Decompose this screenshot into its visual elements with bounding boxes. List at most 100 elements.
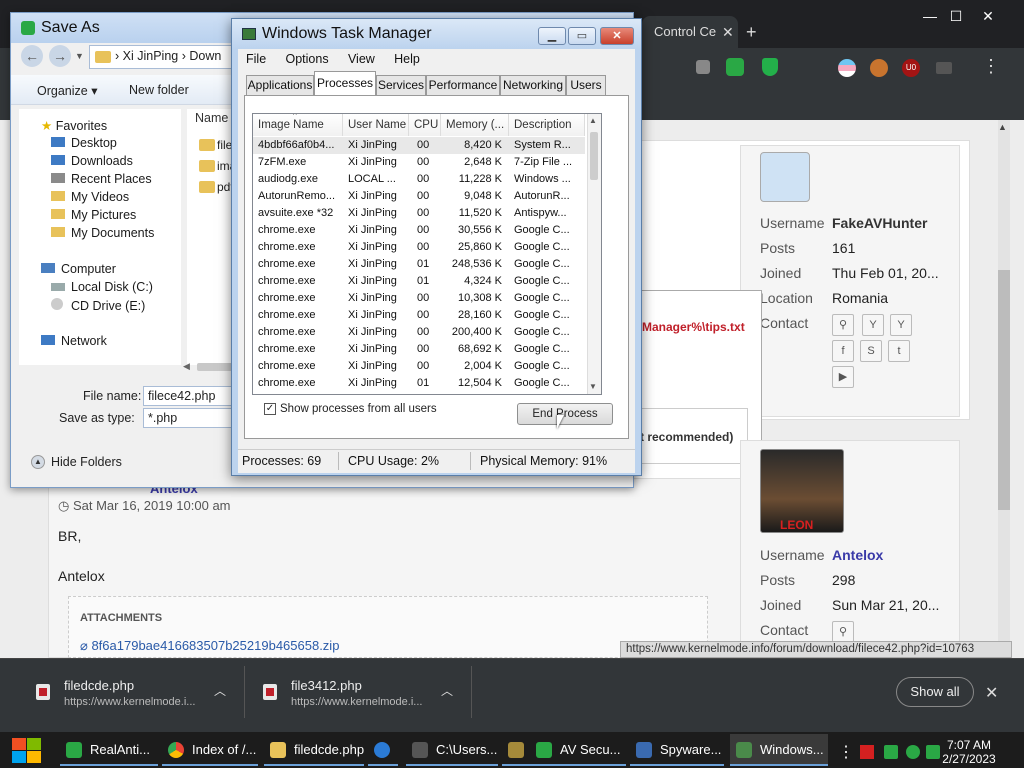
- file-name-input[interactable]: filece42.php: [143, 386, 243, 406]
- table-row[interactable]: audiodg.exe LOCAL ... 00 11,228 K Windows ..…: [253, 171, 585, 188]
- tab-performance[interactable]: Performance: [426, 75, 500, 95]
- website-icon[interactable]: ⚲: [832, 621, 854, 643]
- volume-icon[interactable]: [906, 745, 920, 759]
- nav-cd-drive[interactable]: CD Drive (E:): [51, 298, 145, 313]
- column-image-name[interactable]: Image Name: [253, 114, 343, 136]
- extension-lock-icon[interactable]: [696, 60, 710, 74]
- maximize-button[interactable]: ▭: [568, 27, 596, 45]
- close-icon[interactable]: ✕: [974, 8, 1002, 25]
- flag-icon[interactable]: [860, 745, 874, 759]
- end-process-button[interactable]: End Process: [517, 403, 613, 425]
- menu-help[interactable]: Help: [386, 49, 428, 69]
- table-row[interactable]: chrome.exe Xi JinPing 00 10,308 K Google C..…: [253, 290, 585, 307]
- tab-applications[interactable]: Applications: [246, 75, 314, 95]
- table-row[interactable]: chrome.exe Xi JinPing 00 28,160 K Google C..…: [253, 307, 585, 324]
- breadcrumb-item[interactable]: Xi JinPing: [123, 49, 179, 63]
- taskbar-item[interactable]: Index of /...: [162, 734, 258, 766]
- clock[interactable]: 7:07 AM 2/27/2023: [940, 738, 998, 766]
- menu-file[interactable]: File: [238, 49, 274, 69]
- taskbar-item[interactable]: RealAnti...: [60, 734, 158, 766]
- scroll-left-icon[interactable]: ◀: [183, 361, 190, 372]
- start-button[interactable]: [10, 738, 44, 764]
- nav-pictures[interactable]: My Pictures: [51, 208, 136, 222]
- minimize-button[interactable]: ▁: [538, 27, 566, 45]
- close-button[interactable]: ✕: [600, 27, 634, 45]
- scrollbar-thumb[interactable]: [998, 270, 1010, 510]
- menu-icon[interactable]: ⋮: [982, 56, 1000, 77]
- tab-close-icon[interactable]: ✕: [722, 24, 734, 41]
- taskbar-item[interactable]: [502, 734, 532, 766]
- network-icon[interactable]: [884, 745, 898, 759]
- tab-users[interactable]: Users: [566, 75, 606, 95]
- nav-network[interactable]: Network: [41, 334, 107, 348]
- new-folder-button[interactable]: New folder: [129, 83, 189, 97]
- table-row[interactable]: chrome.exe Xi JinPing 00 30,556 K Google C..…: [253, 222, 585, 239]
- taskbar-item[interactable]: [368, 734, 398, 766]
- avatar[interactable]: [760, 152, 810, 202]
- table-row[interactable]: chrome.exe Xi JinPing 00 25,860 K Google C..…: [253, 239, 585, 256]
- breadcrumb-item[interactable]: Down: [189, 49, 221, 63]
- flag-icon[interactable]: [838, 59, 856, 77]
- table-row[interactable]: 7zFM.exe Xi JinPing 00 2,648 K 7-Zip File ..…: [253, 154, 585, 171]
- column-memory[interactable]: Memory (...: [441, 114, 509, 136]
- table-row[interactable]: AutorunRemo... Xi JinPing 00 9,048 K Autorun…: [253, 188, 585, 205]
- chevron-up-icon[interactable]: ︿: [441, 682, 453, 699]
- column-description[interactable]: Description: [509, 114, 585, 136]
- table-row[interactable]: chrome.exe Xi JinPing 00 68,692 K Google C..…: [253, 341, 585, 358]
- taskbar-item[interactable]: Spyware...: [630, 734, 724, 766]
- nav-local-disk[interactable]: Local Disk (C:): [51, 280, 153, 294]
- chevron-down-icon[interactable]: ▼: [75, 51, 84, 61]
- chevron-up-icon[interactable]: ︿: [214, 682, 226, 699]
- breadcrumb[interactable]: › Xi JinPing › Down: [115, 49, 221, 63]
- taskbar-item[interactable]: C:\Users...: [406, 734, 498, 766]
- username-value[interactable]: FakeAVHunter: [832, 215, 927, 231]
- scroll-up-icon[interactable]: ▲: [589, 116, 597, 125]
- username-value[interactable]: Antelox: [832, 547, 883, 563]
- table-row[interactable]: chrome.exe Xi JinPing 01 248,536 K Google C.…: [253, 256, 585, 273]
- show-all-button[interactable]: Show all: [896, 677, 974, 707]
- scroll-up-icon[interactable]: ▲: [998, 122, 1007, 132]
- download-item[interactable]: filedcde.php https://www.kernelmode.i...…: [30, 672, 242, 718]
- column-header-name[interactable]: Name: [195, 111, 228, 125]
- tray-icon[interactable]: [926, 745, 940, 759]
- tab-networking[interactable]: Networking: [500, 75, 566, 95]
- nav-desktop[interactable]: Desktop: [51, 136, 117, 150]
- back-icon[interactable]: ←: [21, 45, 43, 67]
- hide-folders-button[interactable]: Hide Folders: [51, 455, 122, 469]
- download-item[interactable]: file3412.php https://www.kernelmode.i...…: [257, 672, 469, 718]
- avatar-icon[interactable]: [870, 59, 888, 77]
- website-icon[interactable]: ⚲: [832, 314, 854, 336]
- column-user-name[interactable]: User Name: [343, 114, 409, 136]
- nav-videos[interactable]: My Videos: [51, 190, 129, 204]
- column-cpu[interactable]: CPU: [409, 114, 441, 136]
- chevron-up-icon[interactable]: ▲: [31, 455, 45, 469]
- overflow-icon[interactable]: ⋮: [838, 742, 854, 762]
- maximize-icon[interactable]: ☐: [942, 8, 970, 25]
- yahoo-icon-2[interactable]: Y: [890, 314, 912, 336]
- save-type-select[interactable]: *.php: [143, 408, 243, 428]
- organize-button[interactable]: Organize ▾: [37, 83, 97, 98]
- table-row[interactable]: avsuite.exe *32 Xi JinPing 00 11,520 K Antis…: [253, 205, 585, 222]
- table-row[interactable]: chrome.exe Xi JinPing 01 4,324 K Google C...: [253, 273, 585, 290]
- scrollbar-thumb[interactable]: [590, 132, 598, 180]
- table-row[interactable]: 4bdbf66af0b4... Xi JinPing 00 8,420 K System…: [253, 137, 585, 154]
- extension-green-icon[interactable]: [726, 58, 744, 76]
- table-row[interactable]: chrome.exe Xi JinPing 00 2,004 K Google C...: [253, 358, 585, 375]
- attachment-link[interactable]: ⌀ 8f6a179bae416683507b25219b465658.zip: [80, 638, 339, 654]
- nav-computer[interactable]: Computer: [41, 262, 116, 276]
- youtube-icon[interactable]: ▶: [832, 366, 854, 388]
- table-row[interactable]: chrome.exe Xi JinPing 00 200,400 K Google C.…: [253, 324, 585, 341]
- menu-view[interactable]: View: [340, 49, 383, 69]
- scroll-down-icon[interactable]: ▼: [589, 382, 597, 391]
- nav-favorites[interactable]: ★ Favorites: [41, 118, 107, 133]
- skype-icon[interactable]: S: [860, 340, 882, 362]
- nav-documents[interactable]: My Documents: [51, 226, 154, 240]
- new-tab-icon[interactable]: +: [746, 22, 757, 43]
- yahoo-icon[interactable]: Y: [862, 314, 884, 336]
- minimize-icon[interactable]: —: [916, 8, 944, 24]
- tab-processes[interactable]: Processes: [314, 71, 376, 95]
- extension-icon[interactable]: [936, 62, 952, 74]
- table-row[interactable]: chrome.exe Xi JinPing 01 12,504 K Google C..…: [253, 375, 585, 392]
- menu-options[interactable]: Options: [278, 49, 337, 69]
- taskbar-item[interactable]: filedcde.php: [264, 734, 364, 766]
